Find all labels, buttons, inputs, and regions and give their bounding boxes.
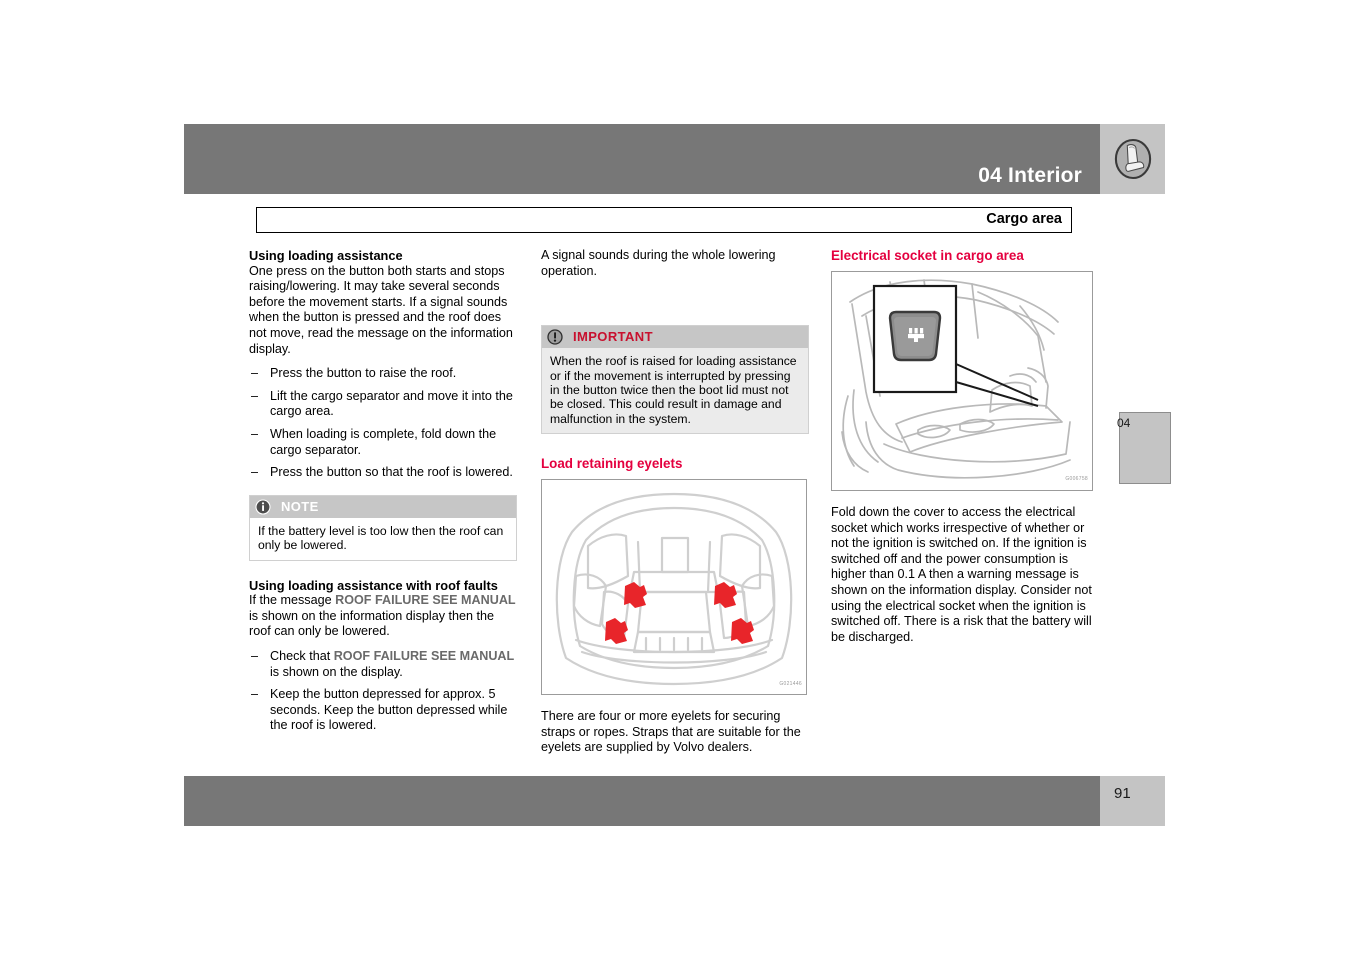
important-callout-body: When the roof is raised for loading assi…	[542, 348, 808, 434]
section-title-band: Cargo area	[256, 207, 1072, 233]
display-message-text: ROOF FAILURE SEE MANUAL	[335, 593, 516, 608]
heading-loading-assistance-roof-faults: Using loading assistance with roof fault…	[249, 577, 498, 593]
note-callout-body: If the battery level is too low then the…	[250, 517, 516, 560]
caption-eyelets: There are four or more eyelets for secur…	[541, 709, 801, 755]
loading-assistance-steps: Press the button to raise the roof. Lift…	[249, 366, 517, 481]
heading-load-retaining-eyelets: Load retaining eyelets	[541, 456, 683, 472]
chapter-icon-container	[1100, 124, 1165, 194]
list-item: Lift the cargo separator and move it int…	[249, 389, 517, 420]
display-message-text: ROOF FAILURE SEE MANUAL	[333, 648, 515, 663]
footer-bar	[184, 776, 1100, 826]
paragraph-signal-sounds: A signal sounds during the whole lowerin…	[541, 248, 776, 278]
cargo-area-eyelets-diagram	[555, 493, 793, 686]
note-callout-wrapper: NOTE If the battery level is too low the…	[249, 494, 517, 561]
note-callout-title: NOTE	[281, 498, 319, 514]
note-callout: NOTE If the battery level is too low the…	[249, 494, 517, 561]
important-callout-wrapper: IMPORTANT When the roof is raised for lo…	[541, 325, 809, 435]
list-item: Check that ROOF FAILURE SEE MANUAL is sh…	[249, 649, 517, 680]
important-callout: IMPORTANT When the roof is raised for lo…	[541, 325, 809, 435]
paragraph-roof-failure: If the message ROOF FAILURE SEE MANUAL i…	[249, 593, 517, 640]
roof-fault-steps: Check that ROOF FAILURE SEE MANUAL is sh…	[249, 649, 517, 734]
note-callout-header: NOTE	[250, 495, 516, 518]
list-item: Press the button to raise the roof.	[249, 366, 517, 382]
info-circle-icon	[255, 499, 271, 515]
paragraph-roof-failure-post: is shown on the information display then…	[249, 608, 495, 639]
list-item: Keep the button depressed for approx. 5 …	[249, 687, 517, 734]
list-item-pre: Check that	[270, 648, 334, 663]
cargo-electrical-socket-figure: G006758	[831, 271, 1093, 491]
figure-code: G021446	[779, 680, 802, 687]
important-callout-header: IMPORTANT	[542, 326, 808, 349]
paragraph-roof-failure-pre: If the message	[249, 593, 336, 608]
side-tab-label: 04	[1117, 416, 1131, 430]
important-callout-title: IMPORTANT	[573, 329, 653, 345]
list-item: When loading is complete, fold down the …	[249, 427, 517, 458]
page-number: 91	[1114, 785, 1131, 802]
chapter-title: 04 Interior	[978, 164, 1082, 187]
list-item-post: is shown on the display.	[270, 664, 403, 679]
paragraph-loading-assistance: One press on the button both starts and …	[249, 263, 513, 356]
cargo-electrical-socket-diagram	[841, 279, 1071, 479]
column-left: Using loading assistance One press on th…	[249, 248, 517, 741]
column-middle: A signal sounds during the whole lowerin…	[541, 248, 809, 769]
socket-inset-box	[872, 284, 958, 394]
cargo-area-eyelets-figure: G021446	[541, 479, 807, 696]
section-title: Cargo area	[986, 211, 1062, 227]
chapter-header-bar: 04 Interior	[184, 124, 1100, 194]
car-seat-icon	[1114, 138, 1151, 180]
figure-code: G006758	[1065, 476, 1088, 483]
heading-electrical-socket: Electrical socket in cargo area	[831, 248, 1024, 263]
heading-using-loading-assistance: Using loading assistance	[249, 248, 403, 263]
footer-page-container: 91	[1100, 776, 1165, 826]
exclamation-circle-icon	[547, 329, 563, 345]
paragraph-electrical-socket: Fold down the cover to access the electr…	[831, 505, 1092, 644]
manual-page: 04 Interior Cargo area Using loading ass…	[0, 0, 1351, 954]
list-item: Press the button so that the roof is low…	[249, 465, 517, 481]
chapter-side-tab: 04	[1117, 412, 1171, 484]
column-right: Electrical socket in cargo area G006758 …	[831, 248, 1099, 658]
